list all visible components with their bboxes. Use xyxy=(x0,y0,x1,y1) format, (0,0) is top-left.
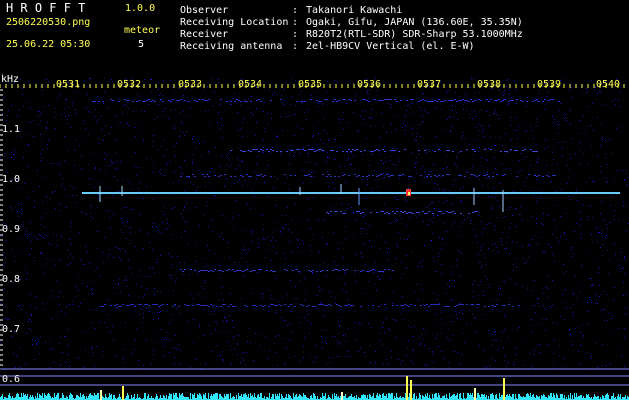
noise-layer xyxy=(0,78,629,370)
y-tick-label: 0.8 xyxy=(2,274,21,285)
app-version: 1.0.0 xyxy=(125,3,156,14)
y-tick-label: 1.0 xyxy=(2,174,21,185)
x-tick-label: 0531 xyxy=(56,79,81,90)
spectrogram xyxy=(0,78,629,400)
info-location: Receiving Location: Ogaki, Gifu, JAPAN (1… xyxy=(180,17,523,28)
file-name: 2506220530.png xyxy=(6,17,91,28)
signal-histogram xyxy=(0,376,629,400)
y-tick-label: 0.7 xyxy=(2,324,21,335)
info-antenna: Receiving antenna:2el-HB9CV Vertical (el… xyxy=(180,41,475,52)
meteor-count: 5 xyxy=(138,39,145,50)
x-tick-label: 0532 xyxy=(117,79,142,90)
x-tick-label: 0536 xyxy=(357,79,382,90)
x-tick-label: 0533 xyxy=(178,79,203,90)
x-tick-label: 0535 xyxy=(298,79,323,90)
hrofft-screen: HROFFT 1.0.0 2506220530.png 25.06.22 05:… xyxy=(0,0,629,400)
meteor-label: meteor xyxy=(124,25,161,36)
x-tick-label: 0540 xyxy=(596,79,621,90)
y-tick-label: 1.1 xyxy=(2,124,21,135)
y-tick-label: 0.6 xyxy=(2,374,21,385)
x-tick-label: 0537 xyxy=(417,79,442,90)
x-tick-label: 0539 xyxy=(537,79,562,90)
meteor-echoes xyxy=(99,184,504,212)
app-title: HROFFT xyxy=(6,1,93,15)
info-observer: Observer: Takanori Kawachi xyxy=(180,5,403,16)
y-axis-unit: kHz xyxy=(1,74,20,85)
x-tick-label: 0538 xyxy=(477,79,502,90)
y-tick-label: 0.9 xyxy=(2,224,21,235)
x-tick-label: 0534 xyxy=(238,79,263,90)
file-datetime: 25.06.22 05:30 xyxy=(6,39,91,50)
info-receiver: Receiver: R820T2(RTL-SDR) SDR-Sharp 53.10… xyxy=(180,29,523,40)
